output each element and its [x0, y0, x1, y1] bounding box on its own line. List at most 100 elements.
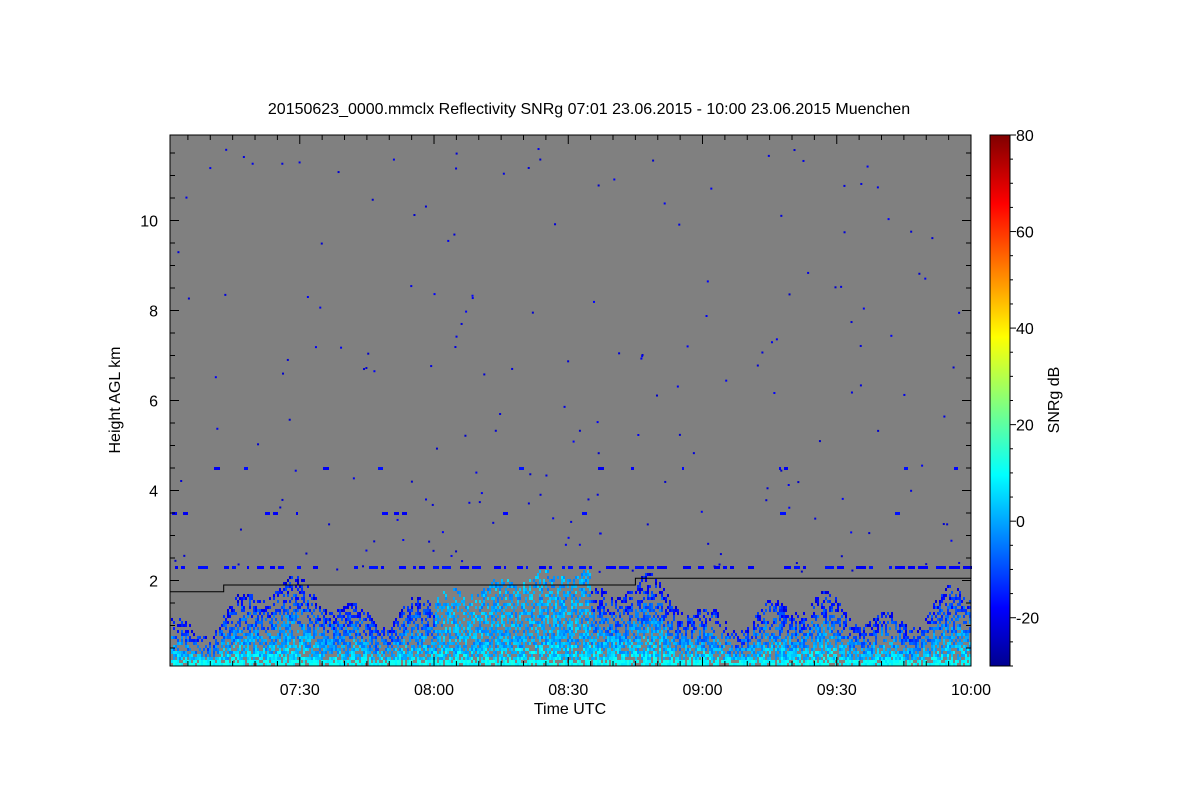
echo-cell	[747, 657, 749, 660]
echo-cell	[415, 639, 417, 642]
echo-cell	[799, 630, 801, 633]
echo-cell	[447, 630, 449, 633]
echo-cell	[391, 645, 393, 648]
echo-cell	[799, 645, 801, 648]
echo-cell	[275, 618, 277, 621]
echo-cell	[641, 618, 643, 621]
echo-cell	[743, 639, 745, 642]
echo-cell	[669, 645, 671, 648]
echo-cell	[495, 645, 497, 648]
echo-cell	[891, 660, 893, 663]
echo-cell	[425, 654, 427, 657]
echo-cell	[945, 618, 947, 621]
echo-cell	[891, 642, 893, 645]
echo-cell	[645, 606, 647, 609]
echo-cell	[549, 579, 551, 582]
echo-cell	[257, 654, 259, 657]
echo-cell	[369, 624, 371, 627]
echo-cell	[239, 654, 241, 657]
echo-cell	[959, 615, 961, 618]
echo-cell	[261, 657, 263, 660]
echo-cell	[699, 648, 701, 651]
echo-cell	[399, 615, 401, 618]
echo-cell	[373, 645, 375, 648]
echo-cell	[949, 636, 951, 639]
echo-cell	[455, 657, 457, 660]
echo-cell	[447, 603, 449, 606]
echo-cell	[551, 597, 553, 600]
echo-cell	[283, 630, 285, 633]
echo-cell	[603, 636, 605, 639]
echo-cell	[461, 636, 463, 639]
echo-cell	[913, 648, 915, 651]
echo-cell	[953, 636, 955, 639]
echo-cell	[485, 642, 487, 645]
echo-cell	[743, 660, 745, 663]
echo-cell	[693, 621, 695, 624]
echo-cell	[885, 639, 887, 642]
echo-cell	[307, 600, 309, 603]
echo-cell	[677, 660, 679, 663]
echo-cell	[577, 615, 579, 618]
echo-cell	[275, 642, 277, 645]
echo-cell	[601, 633, 603, 636]
echo-cell	[639, 624, 641, 627]
echo-cell	[291, 651, 293, 654]
echo-cell	[637, 651, 639, 654]
echo-cell	[279, 636, 281, 639]
echo-cell	[517, 657, 519, 660]
echo-cell	[651, 654, 653, 657]
echo-cell	[931, 621, 933, 624]
echo-cell	[627, 660, 629, 663]
echo-cell	[895, 645, 897, 648]
echo-cell	[599, 630, 601, 633]
echo-cell	[335, 639, 337, 642]
echo-cell	[813, 642, 815, 645]
echo-cell	[439, 645, 441, 648]
echo-cell	[327, 639, 329, 642]
echo-cell	[563, 648, 565, 651]
echo-cell	[539, 624, 541, 627]
echo-cell	[239, 624, 241, 627]
echo-cell	[425, 633, 427, 636]
echo-cell	[809, 630, 811, 633]
echo-cell	[931, 618, 933, 621]
echo-cell	[881, 657, 883, 660]
echo-cell	[917, 651, 919, 654]
echo-cell	[397, 642, 399, 645]
echo-cell	[421, 633, 423, 636]
echo-cell	[797, 660, 799, 663]
echo-cell	[503, 645, 505, 648]
echo-cell	[817, 597, 819, 600]
echo-cell	[477, 648, 479, 651]
echo-cell	[349, 651, 351, 654]
echo-cell	[767, 657, 769, 660]
interference-segment	[419, 566, 425, 569]
echo-cell	[297, 621, 299, 624]
echo-cell	[391, 627, 393, 630]
echo-cell	[431, 612, 433, 615]
echo-cell	[249, 651, 251, 654]
echo-cell	[955, 660, 957, 663]
echo-cell	[445, 654, 447, 657]
echo-cell	[399, 633, 401, 636]
echo-cell	[557, 615, 559, 618]
echo-cell	[539, 636, 541, 639]
echo-cell	[457, 654, 459, 657]
echo-cell	[639, 591, 641, 594]
echo-cell	[639, 609, 641, 612]
echo-cell	[529, 633, 531, 636]
echo-cell	[619, 624, 621, 627]
echo-cell	[341, 654, 343, 657]
echo-cell	[305, 645, 307, 648]
echo-cell	[565, 618, 567, 621]
echo-cell	[681, 621, 683, 624]
echo-cell	[947, 657, 949, 660]
echo-cell	[631, 630, 633, 633]
echo-cell	[439, 639, 441, 642]
echo-cell	[381, 639, 383, 642]
echo-cell	[565, 594, 567, 597]
echo-cell	[663, 642, 665, 645]
echo-cell	[303, 630, 305, 633]
echo-cell	[279, 630, 281, 633]
